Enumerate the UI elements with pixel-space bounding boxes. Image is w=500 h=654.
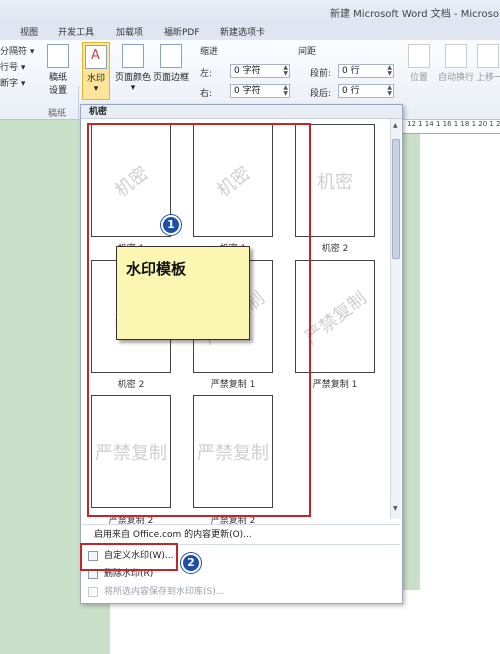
watermark-preview-text: 机密 xyxy=(317,171,353,193)
spacing-after-value: 0 行 xyxy=(342,86,360,96)
save-to-gallery-label: 将所选内容保存到水印库(S)... xyxy=(104,587,225,597)
save-to-gallery-item[interactable]: 将所选内容保存到水印库(S)... xyxy=(82,584,400,600)
title-bar: 新建 Microsoft Word 文档 - Microso xyxy=(0,0,500,22)
document-background xyxy=(0,120,80,654)
draft-settings-button[interactable]: 稿纸 设置 xyxy=(44,44,72,96)
window-title: 新建 Microsoft Word 文档 - Microso xyxy=(330,9,499,20)
scroll-down-icon[interactable]: ▼ xyxy=(393,505,398,512)
tab-developer[interactable]: 开发工具 xyxy=(58,25,94,38)
indent-right-input[interactable]: 0 字符 ▲ ▼ xyxy=(230,84,290,98)
save-gallery-icon xyxy=(88,587,98,597)
menu-divider xyxy=(82,524,400,525)
breaks-button[interactable]: 分隔符 ▾ xyxy=(0,44,34,57)
spinner-arrows-icon[interactable]: ▲ ▼ xyxy=(283,85,288,97)
scroll-up-icon[interactable]: ▲ xyxy=(393,122,398,129)
tab-new[interactable]: 新建选项卡 xyxy=(220,25,265,38)
page-border-icon xyxy=(160,44,182,68)
gallery-header: 机密 xyxy=(81,105,402,119)
ribbon-tabs: 视图 开发工具 加载项 福昕PDF 新建选项卡 xyxy=(0,22,500,40)
bring-forward-label: 上移一 xyxy=(476,73,500,83)
spinner-arrows-icon[interactable]: ▲ ▼ xyxy=(387,65,392,77)
wrap-text-label: 自动换行 xyxy=(437,73,474,83)
office-update-item[interactable]: 启用来自 Office.com 的内容更新(O)... xyxy=(82,527,400,543)
spacing-after-label: 段后: xyxy=(310,89,332,99)
page-color-icon xyxy=(122,44,144,68)
horizontal-ruler: 12 1 14 1 16 1 18 1 20 1 22 xyxy=(403,120,500,134)
spacing-before-value: 0 行 xyxy=(342,66,360,76)
wrap-text-button[interactable]: 自动换行 xyxy=(436,44,476,83)
tab-foxit-pdf[interactable]: 福昕PDF xyxy=(164,25,200,38)
indent-right-value: 0 字符 xyxy=(234,86,261,96)
draft-paper-icon xyxy=(47,44,69,68)
watermark-button[interactable]: A 水印 ▾ xyxy=(82,42,110,100)
office-update-label: 启用来自 Office.com 的内容更新(O)... xyxy=(94,530,252,540)
bring-forward-icon xyxy=(477,44,499,68)
annotation-note-text: 水印模板 xyxy=(126,260,187,278)
line-numbers-button[interactable]: 行号 ▾ xyxy=(0,60,25,73)
page-color-label: 页面颜色 xyxy=(114,73,151,83)
position-label: 位置 xyxy=(409,73,428,83)
step-badge-1: 1 xyxy=(161,215,181,235)
tab-addins[interactable]: 加载项 xyxy=(116,25,143,38)
indent-left-value: 0 字符 xyxy=(234,66,261,76)
spacing-title: 间距 xyxy=(298,47,317,57)
tab-view[interactable]: 视图 xyxy=(20,25,38,38)
spacing-before-input[interactable]: 0 行 ▲ ▼ xyxy=(338,64,394,78)
page-border-label: 页面边框 xyxy=(152,73,189,83)
page-color-button[interactable]: 页面颜色 ▾ xyxy=(114,44,152,93)
position-button[interactable]: 位置 xyxy=(404,44,434,83)
watermark-label: 水印 xyxy=(86,74,105,84)
draft-settings-label: 稿纸 设置 xyxy=(48,73,67,96)
page-border-button[interactable]: 页面边框 xyxy=(152,44,190,83)
step-badge-2: 2 xyxy=(181,553,201,573)
draft-group-label: 稿纸 xyxy=(48,109,67,119)
hyphenation-button[interactable]: 断字 ▾ xyxy=(0,76,25,89)
spacing-after-input[interactable]: 0 行 ▲ ▼ xyxy=(338,84,394,98)
bring-forward-button[interactable]: 上移一 xyxy=(476,44,500,83)
custom-watermark-highlight-box xyxy=(80,543,178,571)
indent-left-label: 左: xyxy=(200,69,213,79)
scrollbar-thumb[interactable] xyxy=(392,139,400,259)
position-icon xyxy=(408,44,430,68)
spacing-before-label: 段前: xyxy=(310,69,332,79)
annotation-note: 水印模板 xyxy=(116,246,250,340)
indent-left-input[interactable]: 0 字符 ▲ ▼ xyxy=(230,64,290,78)
gallery-scrollbar[interactable]: ▲ ▼ xyxy=(390,119,401,519)
spinner-arrows-icon[interactable]: ▲ ▼ xyxy=(387,85,392,97)
indent-title: 缩进 xyxy=(200,47,219,57)
indent-right-label: 右: xyxy=(200,89,213,99)
wrap-text-icon xyxy=(445,44,467,68)
spinner-arrows-icon[interactable]: ▲ ▼ xyxy=(283,65,288,77)
document-page[interactable] xyxy=(420,134,500,654)
watermark-icon: A xyxy=(85,45,107,69)
